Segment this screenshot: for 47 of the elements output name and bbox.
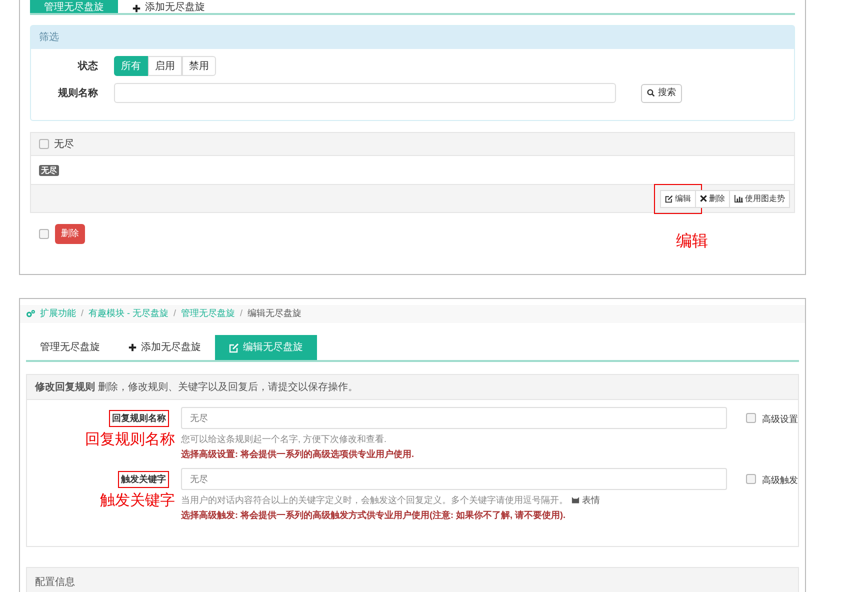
breadcrumb-link[interactable]: 编辑无尽盘旋: [248, 307, 302, 321]
annotation-label: 触发关键字: [100, 491, 175, 511]
annotation-label: 编辑: [676, 232, 708, 252]
tab[interactable]: 管理无尽盘旋: [26, 335, 114, 360]
emoji-link[interactable]: 表情: [571, 494, 600, 508]
checkbox[interactable]: [39, 229, 49, 239]
delete-button[interactable]: 删除: [55, 224, 85, 244]
segment-option[interactable]: 启用: [148, 56, 182, 76]
checkbox[interactable]: [746, 474, 756, 484]
bar-chart-icon: [734, 194, 743, 202]
option-label: 高级触发: [762, 474, 798, 487]
help-text: 当用户的对话内容符合以上的关键字定义时，会触发这个回复定义。多个关键字请使用逗号隔开。: [181, 494, 568, 507]
segment-option[interactable]: 禁用: [182, 56, 216, 76]
section-title: 修改回复规则 删除，修改规则、关键字以及回复后，请提交以保存操作。: [35, 380, 358, 394]
search-button[interactable]: 搜索: [641, 84, 682, 102]
search-icon: [647, 89, 655, 97]
input-field[interactable]: 无尽: [181, 468, 727, 490]
annotation-label: 回复规则名称: [85, 430, 175, 450]
tab[interactable]: 添加无尽盘旋: [118, 0, 219, 13]
checkbox[interactable]: [746, 413, 756, 423]
warning-text: 选择高级触发: 将会提供一系列的高级触发方式供专业用户使用(注意: 如果你不了解, 请不要使用).: [181, 508, 566, 522]
plus-icon: [128, 343, 137, 352]
help-text: 您可以给这条规则起一个名字, 方便下次修改和查看.: [181, 433, 387, 446]
breadcrumb-separator: /: [240, 307, 243, 320]
close-icon: [700, 195, 707, 202]
gears-icon: [26, 310, 35, 318]
input-field[interactable]: [114, 83, 616, 103]
edit-icon: [229, 342, 239, 352]
warning-text: 选择高级设置: 将会提供一系列的高级选项供专业用户使用.: [181, 448, 415, 460]
field-label: 回复规则名称: [109, 410, 169, 427]
option-label: 高级设置: [762, 413, 798, 426]
section-title: 配置信息: [35, 576, 75, 590]
checkbox[interactable]: [39, 139, 49, 149]
panel-title: 筛选: [39, 30, 59, 45]
breadcrumb-separator: /: [174, 307, 176, 320]
rule-name: 无尽: [54, 138, 74, 152]
action-button[interactable]: 使用图走势: [730, 190, 790, 208]
field-label: 触发关键字: [118, 471, 169, 488]
rule-badge: 无尽: [39, 164, 59, 176]
field-label: 规则名称: [57, 86, 98, 100]
breadcrumb-separator: /: [81, 307, 84, 320]
input-field[interactable]: 无尽: [181, 407, 727, 429]
tab[interactable]: 添加无尽盘旋: [114, 335, 215, 360]
edit-icon: [665, 194, 673, 202]
action-button[interactable]: 删除: [696, 190, 730, 208]
field-label: 状态: [76, 60, 98, 74]
plus-icon: [132, 4, 141, 13]
